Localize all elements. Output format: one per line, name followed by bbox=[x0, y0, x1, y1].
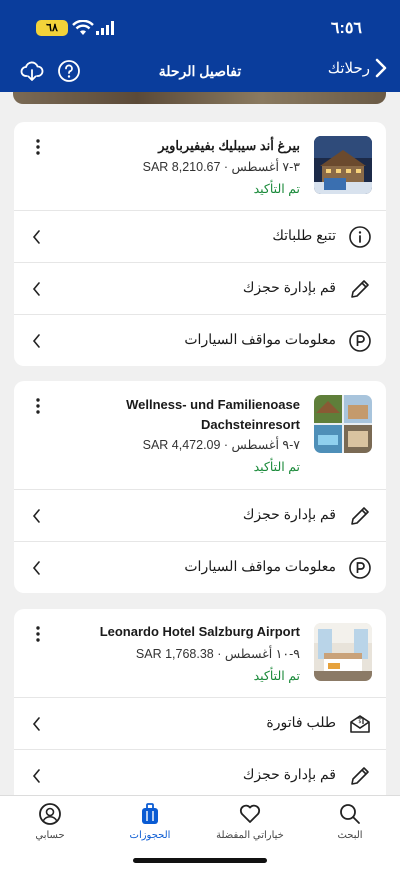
status-badge: تم التأكيد bbox=[253, 182, 300, 196]
signal-icon bbox=[96, 21, 114, 35]
clock: ٦:٥٦ bbox=[330, 20, 362, 37]
invoice-icon: $ bbox=[350, 715, 370, 733]
hotel-name: Leonardo Hotel Salzburg Airport bbox=[99, 624, 300, 639]
chevron-left-icon bbox=[32, 561, 40, 575]
booking-summary[interactable]: Leonardo Hotel Salzburg Airport ٩-١٠ أغس… bbox=[14, 609, 386, 697]
booking-dates-price: ٣-٧ أغسطس · SAR 8,210.67 bbox=[142, 160, 300, 174]
action-label: طلب فاتورة bbox=[266, 714, 336, 730]
hotel-name-line-2: Dachsteinresort bbox=[201, 417, 300, 432]
help-icon[interactable] bbox=[57, 59, 81, 83]
pencil-icon bbox=[351, 507, 369, 525]
hotel-thumbnail bbox=[314, 623, 372, 681]
tab-label: خياراتي المفضلة bbox=[216, 830, 284, 841]
action-label: معلومات مواقف السيارات bbox=[184, 331, 336, 347]
app-header: ٦:٥٦ ٦٨ رحلاتك تفاصيل الرحلة bbox=[0, 0, 400, 92]
svg-text:$: $ bbox=[358, 719, 361, 725]
chevron-left-icon bbox=[32, 230, 40, 244]
pencil-icon bbox=[351, 280, 369, 298]
booking-card[interactable]: Wellness- und Familienoase Dachsteinreso… bbox=[14, 381, 386, 593]
info-icon bbox=[349, 226, 371, 248]
chevron-left-icon bbox=[32, 509, 40, 523]
more-options-icon[interactable] bbox=[32, 625, 44, 643]
search-icon bbox=[340, 804, 360, 824]
booking-card[interactable]: بيرغ أند سيبليك بفيفيرباوير ٣-٧ أغسطس · … bbox=[14, 122, 386, 366]
hotel-name-line-1: Wellness- und Familienoase bbox=[126, 397, 300, 412]
suitcase-icon bbox=[142, 803, 158, 824]
chevron-left-icon bbox=[32, 282, 40, 296]
heart-icon bbox=[239, 804, 261, 823]
booking-summary[interactable]: Wellness- und Familienoase Dachsteinreso… bbox=[14, 381, 386, 489]
more-options-icon[interactable] bbox=[32, 397, 44, 415]
booking-card[interactable]: Leonardo Hotel Salzburg Airport ٩-١٠ أغس… bbox=[14, 609, 386, 795]
wifi-icon bbox=[72, 20, 94, 35]
action-manage-booking[interactable]: قم بإدارة حجزك bbox=[14, 262, 386, 314]
battery-icon: ٦٨ bbox=[36, 20, 68, 36]
pencil-icon bbox=[351, 767, 369, 785]
tab-label: الحجوزات bbox=[129, 830, 171, 841]
action-label: تتبع طلباتك bbox=[272, 227, 336, 243]
action-label: قم بإدارة حجزك bbox=[242, 279, 336, 295]
cloud-download-icon[interactable] bbox=[20, 59, 44, 83]
action-label: قم بإدارة حجزك bbox=[242, 506, 336, 522]
status-badge: تم التأكيد bbox=[253, 460, 300, 474]
parking-icon bbox=[349, 557, 371, 579]
action-manage-booking[interactable]: قم بإدارة حجزك bbox=[14, 749, 386, 795]
hotel-name: Wellness- und Familienoase Dachsteinreso… bbox=[126, 395, 300, 435]
action-parking-info[interactable]: معلومات مواقف السيارات bbox=[14, 541, 386, 593]
chevron-left-icon bbox=[32, 769, 40, 783]
action-track-requests[interactable]: تتبع طلباتك bbox=[14, 210, 386, 262]
more-options-icon[interactable] bbox=[32, 138, 44, 156]
hotel-photo-strip bbox=[13, 92, 386, 104]
tab-label: حسابي bbox=[35, 830, 65, 841]
hotel-name: بيرغ أند سيبليك بفيفيرباوير bbox=[158, 138, 300, 153]
tab-bookings[interactable]: الحجوزات bbox=[100, 802, 200, 841]
hotel-thumbnail bbox=[314, 395, 372, 453]
action-label: قم بإدارة حجزك bbox=[242, 766, 336, 782]
booking-summary[interactable]: بيرغ أند سيبليك بفيفيرباوير ٣-٧ أغسطس · … bbox=[14, 122, 386, 210]
person-icon bbox=[39, 803, 61, 825]
hotel-thumbnail bbox=[314, 136, 372, 194]
tab-label: البحث bbox=[337, 830, 363, 841]
tab-search[interactable]: البحث bbox=[300, 802, 400, 841]
action-manage-booking[interactable]: قم بإدارة حجزك bbox=[14, 489, 386, 541]
parking-icon bbox=[349, 330, 371, 352]
booking-dates-price: ٧-٩ أغسطس · SAR 4,472.09 bbox=[142, 438, 300, 452]
status-bar: ٦:٥٦ ٦٨ bbox=[0, 0, 400, 50]
action-request-invoice[interactable]: $ طلب فاتورة bbox=[14, 697, 386, 749]
tab-account[interactable]: حسابي bbox=[0, 802, 100, 841]
nav-bar: رحلاتك تفاصيل الرحلة bbox=[0, 50, 400, 92]
home-indicator bbox=[133, 858, 267, 863]
tab-saved[interactable]: خياراتي المفضلة bbox=[200, 802, 300, 841]
chevron-left-icon bbox=[32, 334, 40, 348]
action-parking-info[interactable]: معلومات مواقف السيارات bbox=[14, 314, 386, 366]
booking-dates-price: ٩-١٠ أغسطس · SAR 1,768.38 bbox=[135, 647, 300, 661]
chevron-left-icon bbox=[32, 717, 40, 731]
status-badge: تم التأكيد bbox=[253, 669, 300, 683]
action-label: معلومات مواقف السيارات bbox=[184, 558, 336, 574]
